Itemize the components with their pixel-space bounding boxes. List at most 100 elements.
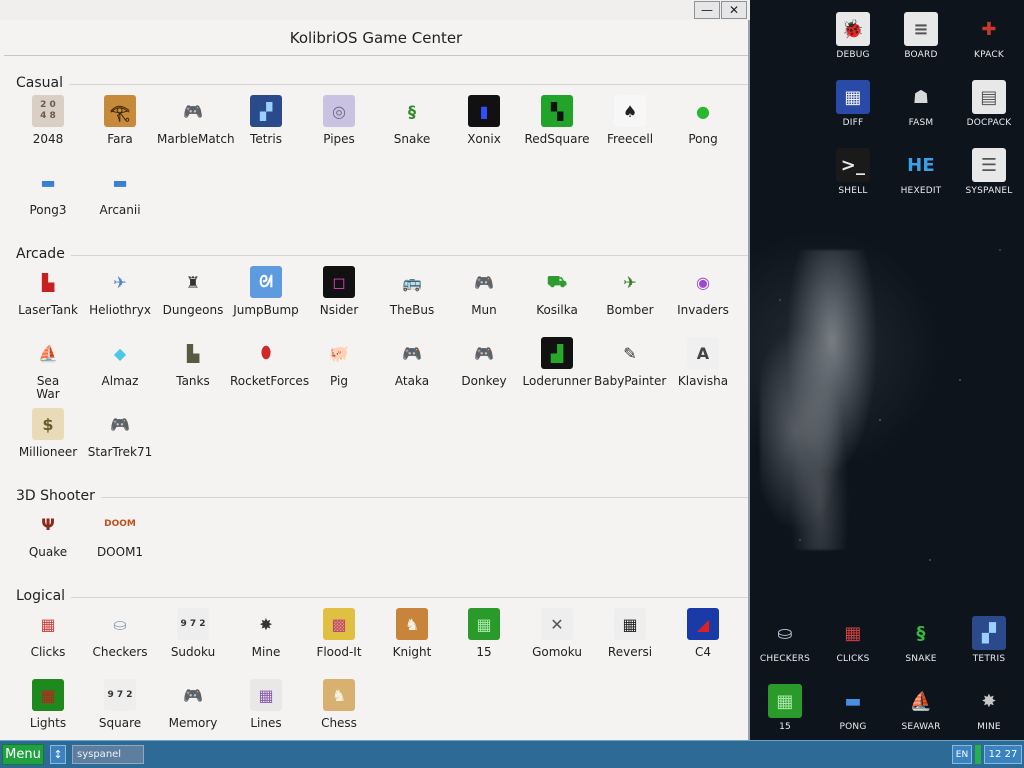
game-item[interactable]: 🎮 Donkey — [448, 337, 520, 388]
desktop-icon-label: CHECKERS — [759, 654, 811, 664]
game-item[interactable]: ⛀ Checkers — [84, 608, 156, 659]
game-item[interactable]: ✸ Mine — [230, 608, 302, 659]
game-label: Memory — [168, 716, 218, 730]
game-item[interactable]: ⬮ RocketForces — [230, 337, 309, 388]
spaceship-icon: ✈ — [104, 266, 136, 298]
clock[interactable]: 12 27 — [984, 745, 1022, 764]
game-item[interactable]: 9 7 2 Sudoku — [157, 608, 229, 659]
game-item[interactable]: ⛟ Kosilka — [521, 266, 593, 317]
game-item[interactable]: ♠ Freecell — [594, 95, 666, 146]
c4-icon: ◢ — [687, 608, 719, 640]
taskbar-item-syspanel[interactable]: syspanel — [72, 745, 144, 764]
game-item[interactable]: ▦ Lights — [12, 679, 84, 730]
game-item[interactable]: ✈ Bomber — [594, 266, 666, 317]
game-label: Freecell — [606, 132, 654, 146]
cards-icon: ♠ — [614, 95, 646, 127]
game-item[interactable]: ✎ BabyPainter — [594, 337, 666, 388]
ship-icon: ⛵ — [904, 684, 938, 718]
section-title: Logical — [16, 588, 72, 604]
game-item[interactable]: 🐖 Pig — [303, 337, 375, 388]
menu-button[interactable]: Menu — [2, 744, 44, 765]
game-label: Reversi — [607, 645, 653, 659]
game-item[interactable]: 🎮 Mun — [448, 266, 520, 317]
game-item[interactable]: ◢ C4 — [667, 608, 739, 659]
tank-icon: ▙ — [32, 266, 64, 298]
game-item[interactable]: 🚌 TheBus — [376, 266, 448, 317]
desktop-icon[interactable]: ⛀ CHECKERS — [751, 616, 819, 664]
game-label: Xonix — [467, 132, 501, 146]
snake-icon: § — [904, 616, 938, 650]
game-item[interactable]: ◎ Pipes — [303, 95, 375, 146]
lights-icon: ▦ — [32, 679, 64, 711]
game-item[interactable]: ▬ Pong3 — [12, 166, 84, 217]
game-item[interactable]: ▩ Flood-It — [303, 608, 375, 659]
game-item[interactable]: ● Pong — [667, 95, 739, 146]
switch-arrow-button[interactable]: ↕ — [50, 745, 66, 764]
desktop-icon[interactable]: ▤ DOCPACK — [955, 80, 1023, 128]
desktop-icon[interactable]: ✸ MINE — [955, 684, 1023, 732]
desktop-icon[interactable]: ▞ TETRIS — [955, 616, 1023, 664]
game-item[interactable]: ⛵ Sea War — [12, 337, 84, 401]
game-item[interactable]: ▦ Reversi — [594, 608, 666, 659]
game-item[interactable]: ▬ Arcanii — [84, 166, 156, 217]
desktop-icon-label: KPACK — [974, 50, 1004, 60]
game-item[interactable]: ▙ Tanks — [157, 337, 229, 388]
window-titlebar[interactable]: — ✕ — [0, 0, 750, 20]
desktop-icon[interactable]: ✚ KPACK — [955, 12, 1023, 60]
ship-icon: ⛵ — [32, 337, 64, 369]
game-item[interactable]: $ Millioneer — [12, 408, 84, 459]
section-header: 3D Shooter — [4, 478, 748, 504]
game-item[interactable]: ♞ Knight — [376, 608, 448, 659]
game-label: Tanks — [176, 374, 210, 388]
desktop-icon[interactable]: ☰ SYSPANEL — [955, 148, 1023, 196]
game-item[interactable]: ◉ Invaders — [667, 266, 739, 317]
desktop-icon[interactable]: >_ SHELL — [819, 148, 887, 196]
game-item[interactable]: ✕ Gomoku — [521, 608, 593, 659]
game-label: Chess — [321, 716, 357, 730]
game-item[interactable]: ▟ Loderunner — [521, 337, 593, 388]
game-label: Fara — [107, 132, 133, 146]
game-item[interactable]: ✈ Heliothryx — [84, 266, 156, 317]
game-item[interactable]: ᘛ JumpBump — [230, 266, 302, 317]
game-item[interactable]: ▮ Xonix — [448, 95, 520, 146]
desktop-icon[interactable]: ☗ FASM — [887, 80, 955, 128]
game-item[interactable]: ◆ Almaz — [84, 337, 156, 388]
minimize-button[interactable]: — — [694, 1, 720, 19]
desktop-icon[interactable]: ▦ DIFF — [819, 80, 887, 128]
desktop-icon[interactable]: ≡ BOARD — [887, 12, 955, 60]
game-item[interactable]: 🎮 StarTrek71 — [84, 408, 156, 459]
game-item[interactable]: ◻ Nsider — [303, 266, 375, 317]
game-item[interactable]: 🎮 MarbleMatch — [157, 95, 235, 146]
game-item[interactable]: ▦ Lines — [230, 679, 302, 730]
game-item[interactable]: DOOM DOOM1 — [84, 508, 156, 559]
game-item[interactable]: A Klavisha — [667, 337, 739, 388]
desktop-icon[interactable]: HE HEXEDIT — [887, 148, 955, 196]
game-item[interactable]: ▚ RedSquare — [521, 95, 593, 146]
game-item[interactable]: 🎮 Ataka — [376, 337, 448, 388]
game-label: Invaders — [677, 303, 729, 317]
close-button[interactable]: ✕ — [721, 1, 747, 19]
game-item[interactable]: ♞ Chess — [303, 679, 375, 730]
gamepad-icon: 🎮 — [468, 266, 500, 298]
game-item[interactable]: Ψ Quake — [12, 508, 84, 559]
game-item[interactable]: ▦ 15 — [448, 608, 520, 659]
desktop-icon[interactable]: 🐞 DEBUG — [819, 12, 887, 60]
desktop-icon[interactable]: ▦ 15 — [751, 684, 819, 732]
desktop-icon[interactable]: ▬ PONG — [819, 684, 887, 732]
game-item[interactable]: ♜ Dungeons — [157, 266, 229, 317]
game-item[interactable]: 𓂀 Fara — [84, 95, 156, 146]
game-item[interactable]: ▙ LaserTank — [12, 266, 84, 317]
game-item[interactable]: 🎮 Memory — [157, 679, 229, 730]
desktop-icon[interactable]: ⛵ SEAWAR — [887, 684, 955, 732]
desktop-icon[interactable]: § SNAKE — [887, 616, 955, 664]
game-item[interactable]: § Snake — [376, 95, 448, 146]
language-indicator[interactable]: EN — [952, 745, 972, 764]
game-item[interactable]: 2 0 4 8 2048 — [12, 95, 84, 146]
lawnmower-icon: ⛟ — [541, 266, 573, 298]
diff-icon: ▦ — [836, 80, 870, 114]
game-item[interactable]: 9 7 2 Square — [84, 679, 156, 730]
game-item[interactable]: ▦ Clicks — [12, 608, 84, 659]
desktop-icon[interactable]: ▦ CLICKS — [819, 616, 887, 664]
game-item[interactable]: ▞ Tetris — [230, 95, 302, 146]
desktop-icon-label: FASM — [908, 118, 934, 128]
